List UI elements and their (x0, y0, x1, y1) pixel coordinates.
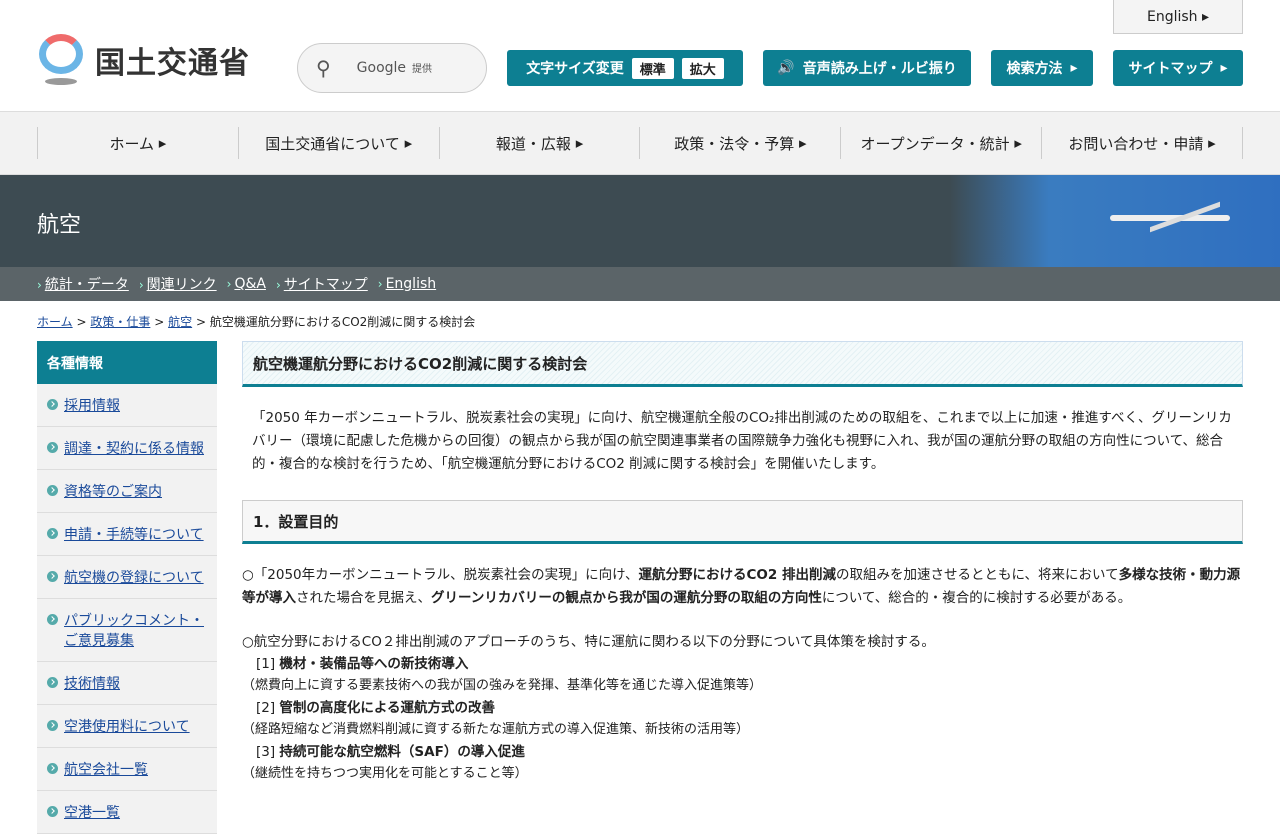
breadcrumb-aviation[interactable]: 航空 (168, 315, 192, 329)
gnav-policy[interactable]: 政策・法令・予算 ▸ (640, 127, 842, 159)
sidebar-title: 各種情報 (37, 341, 217, 384)
main-content: 航空機運航分野におけるCO2削減に関する検討会 「2050 年カーボンニュートラ… (242, 341, 1243, 785)
purpose-paragraph: ○「2050年カーボンニュートラル、脱炭素社会の実現」に向け、運航分野におけるC… (242, 567, 1241, 606)
arrow-circle-icon (47, 720, 58, 731)
font-standard-button[interactable]: 標準 (631, 57, 674, 79)
arrow-circle-icon (47, 485, 58, 496)
sidebar-item[interactable]: 申請・手続等について (37, 513, 217, 556)
logo-mark-icon (37, 34, 85, 86)
sidebar-item[interactable]: 空港使用料について (37, 705, 217, 748)
subnav-qa[interactable]: Q&A (234, 276, 266, 292)
arrow-circle-icon (47, 528, 58, 539)
approach-paragraph: ○航空分野におけるCO２排出削減のアプローチのうち、特に運航に関わる以下の分野に… (242, 634, 935, 650)
sidebar-item[interactable]: 技術情報 (37, 662, 217, 705)
english-label: English (1146, 8, 1198, 25)
breadcrumb-policy[interactable]: 政策・仕事 (90, 315, 150, 329)
sidebar-item[interactable]: 資格等のご案内 (37, 470, 217, 513)
font-large-button[interactable]: 拡大 (681, 57, 724, 79)
arrow-circle-icon (47, 614, 58, 625)
english-button[interactable]: English ▸ (1113, 0, 1243, 34)
gnav-press[interactable]: 報道・広報 ▸ (440, 127, 641, 159)
font-size-label: 文字サイズ変更 (526, 61, 624, 77)
section-banner: 航空 (0, 175, 1280, 267)
subnav-english[interactable]: English (386, 276, 437, 292)
gnav-about[interactable]: 国土交通省について ▸ (239, 127, 440, 159)
approach-list: [1] 機材・装備品等への新技術導入 （燃費向上に資する要素技術への我が国の強み… (242, 653, 1243, 785)
approach-item-desc: （燃費向上に資する要素技術への我が国の強みを発揮、基準化等を通じた導入促進策等） (242, 678, 763, 693)
section-subnav: › 統計・データ › 関連リンク › Q&A › サイトマップ › English (0, 267, 1280, 301)
search-icon[interactable]: ⚲ (316, 56, 331, 80)
search-method-button[interactable]: 検索方法 ▸ (991, 50, 1093, 86)
speech-button[interactable]: 🔊 音声読み上げ・ルビ振り (763, 50, 971, 86)
arrow-circle-icon (47, 763, 58, 774)
sitemap-button[interactable]: サイトマップ ▸ (1113, 50, 1243, 86)
approach-item-desc: （継続性を持ちつつ実用化を可能とすること等） (242, 766, 528, 781)
sidebar-item[interactable]: 航空機の登録について (37, 556, 217, 599)
arrow-circle-icon (47, 571, 58, 582)
logo-text: 国土交通省 (95, 46, 250, 81)
sidebar-item[interactable]: 調達・契約に係る情報 (37, 427, 217, 470)
sitemap-label: サイトマップ (1128, 61, 1213, 77)
arrow-circle-icon (47, 399, 58, 410)
breadcrumb-current: 航空機運航分野におけるCO2削減に関する検討会 (209, 315, 476, 329)
section-title: 航空 (37, 213, 82, 238)
font-size-control: 文字サイズ変更 標準 拡大 (507, 50, 743, 86)
gnav-contact[interactable]: お問い合わせ・申請 ▸ (1042, 127, 1243, 159)
subnav-sitemap[interactable]: サイトマップ (284, 277, 368, 293)
search-method-label: 検索方法 (1006, 61, 1063, 77)
breadcrumb: ホーム > 政策・仕事 > 航空 > 航空機運航分野におけるCO2削減に関する検… (37, 315, 476, 329)
gnav-opendata[interactable]: オープンデータ・統計 ▸ (841, 127, 1043, 159)
search-provider: 提供 (412, 64, 433, 75)
airplane-image (950, 175, 1280, 267)
approach-item-title: [2] 管制の高度化による運航方式の改善 (256, 700, 496, 716)
sidebar-item[interactable]: 空港一覧 (37, 791, 217, 834)
approach-item-title: [3] 持続可能な航空燃料（SAF）の導入促進 (256, 744, 525, 760)
approach-item-title: [1] 機材・装備品等への新技術導入 (256, 656, 469, 672)
global-nav: ホーム ▸ 国土交通省について ▸ 報道・広報 ▸ 政策・法令・予算 ▸ オープ… (0, 111, 1280, 175)
sidebar: 各種情報 採用情報 調達・契約に係る情報 資格等のご案内 申請・手続等について … (37, 341, 217, 834)
breadcrumb-home[interactable]: ホーム (37, 315, 73, 329)
arrow-circle-icon (47, 677, 58, 688)
gnav-home[interactable]: ホーム ▸ (38, 127, 239, 159)
mlit-logo[interactable]: 国土交通省 (37, 34, 250, 86)
speech-label: 音声読み上げ・ルビ振り (802, 61, 957, 77)
search-label: Google (356, 60, 407, 76)
sidebar-item[interactable]: 航空会社一覧 (37, 748, 217, 791)
arrow-circle-icon (47, 442, 58, 453)
approach-item-desc: （経路短縮など消費燃料削減に資する新たな運航方式の導入促進策、新技術の活用等） (242, 722, 750, 737)
section-heading: 1．設置目的 (242, 500, 1243, 544)
subnav-links[interactable]: 関連リンク (147, 277, 217, 293)
sidebar-item[interactable]: 採用情報 (37, 384, 217, 427)
site-search[interactable]: ⚲ Google 提供 (297, 43, 487, 93)
page-title: 航空機運航分野におけるCO2削減に関する検討会 (242, 341, 1243, 387)
intro-paragraph: 「2050 年カーボンニュートラル、脱炭素社会の実現」に向け、航空機運航全般のC… (252, 410, 1232, 472)
sidebar-item[interactable]: パブリックコメント・ご意見募集 (37, 599, 217, 662)
speaker-icon: 🔊 (777, 60, 795, 76)
arrow-circle-icon (47, 806, 58, 817)
subnav-stats[interactable]: 統計・データ (45, 277, 129, 293)
